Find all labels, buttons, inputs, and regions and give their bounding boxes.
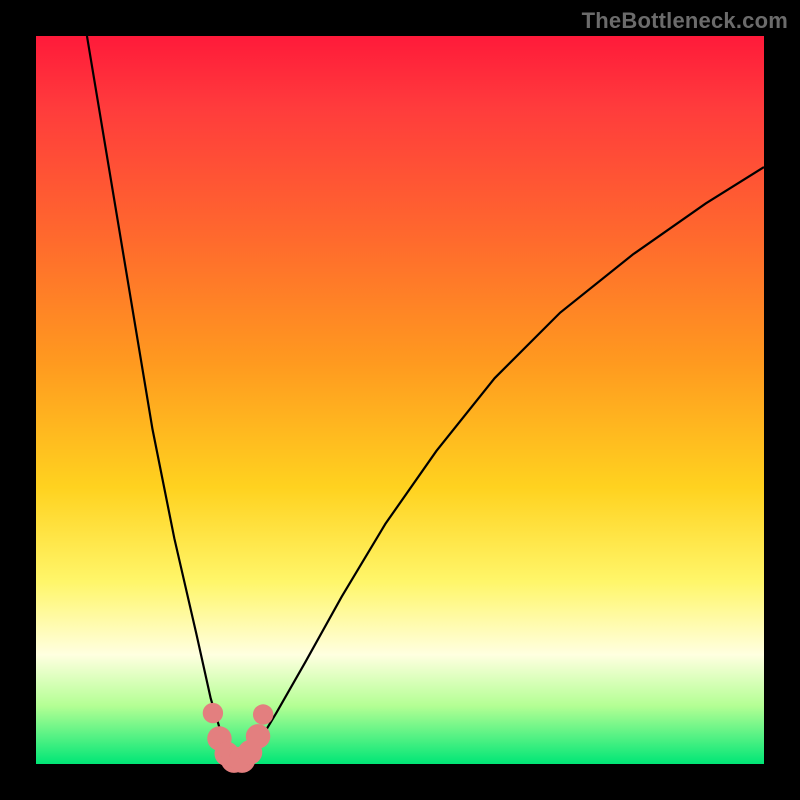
marker-dot bbox=[246, 724, 270, 748]
curve-left-branch bbox=[87, 36, 233, 761]
watermark-text: TheBottleneck.com bbox=[582, 8, 788, 34]
marker-dot bbox=[203, 703, 223, 723]
chart-svg bbox=[36, 36, 764, 764]
chart-frame: TheBottleneck.com bbox=[0, 0, 800, 800]
curve-markers bbox=[203, 703, 274, 773]
curve-right-branch bbox=[243, 167, 764, 761]
chart-plot-area bbox=[36, 36, 764, 764]
marker-dot bbox=[253, 704, 273, 724]
